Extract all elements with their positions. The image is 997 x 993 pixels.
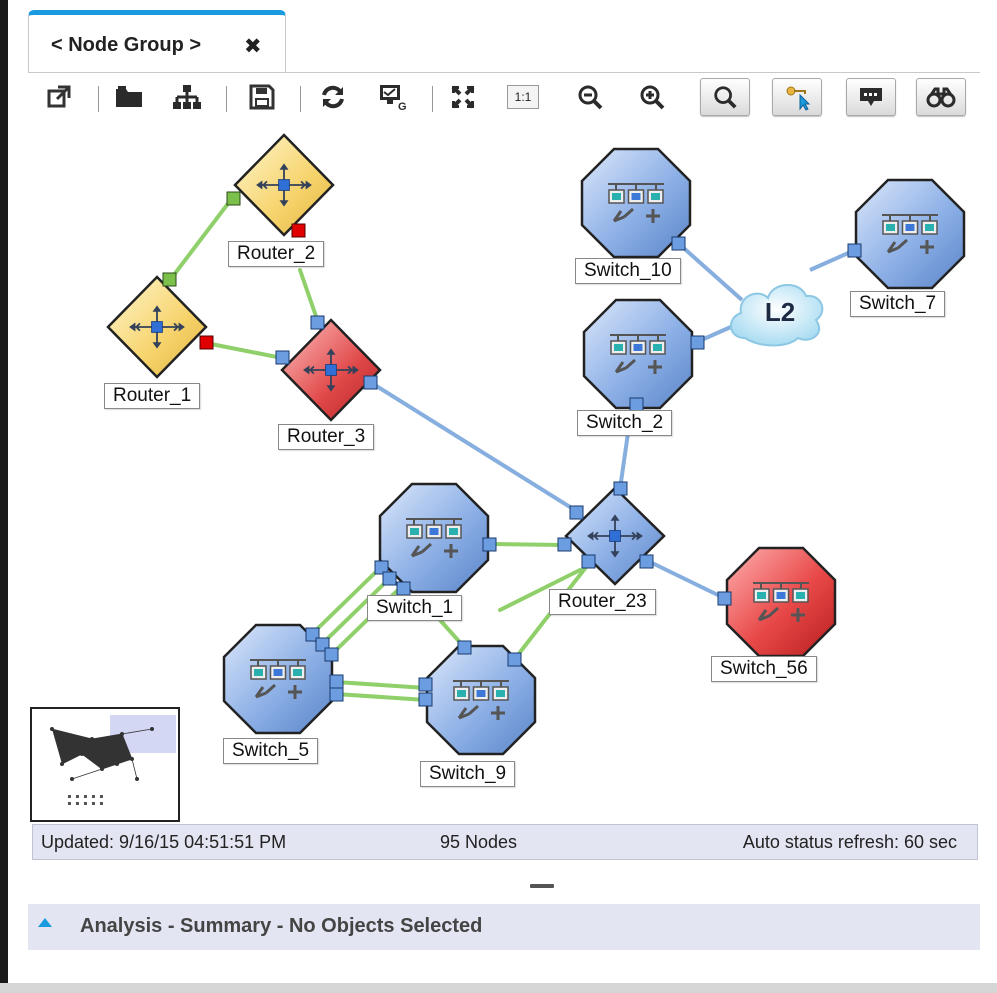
zoom-in-icon[interactable] <box>633 78 671 116</box>
router-2-node[interactable] <box>226 133 335 238</box>
toolbar-separator <box>226 86 227 112</box>
auto-refresh-status: Auto status refresh: 60 sec <box>742 832 957 852</box>
map-overview[interactable] <box>30 707 180 822</box>
link[interactable] <box>334 692 428 702</box>
switch-2-node[interactable] <box>582 298 705 412</box>
svg-text:G: G <box>398 101 407 112</box>
window-edge <box>0 0 8 993</box>
switch-56-label[interactable]: Switch_56 <box>711 656 817 682</box>
toolbar-separator <box>98 86 99 112</box>
link[interactable] <box>368 380 580 514</box>
actual-size-label: 1:1 <box>507 85 539 109</box>
expand-arrow-icon[interactable] <box>38 918 52 927</box>
router-3-node[interactable] <box>275 315 382 422</box>
switch-9-node[interactable] <box>418 640 537 756</box>
tab-title: < Node Group > <box>51 34 202 56</box>
link[interactable] <box>645 558 725 600</box>
annotation-icon[interactable] <box>846 78 896 116</box>
save-icon[interactable] <box>243 78 281 116</box>
switch-7-node[interactable] <box>847 178 966 290</box>
router-23-node[interactable] <box>557 481 666 586</box>
link[interactable] <box>488 542 565 547</box>
open-in-new-window-icon[interactable] <box>40 78 78 116</box>
router-1-label[interactable]: Router_1 <box>104 383 201 409</box>
binoculars-icon[interactable] <box>916 78 966 116</box>
switch-10-label[interactable]: Switch_10 <box>575 258 681 284</box>
link[interactable] <box>676 241 744 302</box>
refresh-icon[interactable] <box>314 78 352 116</box>
switch-5-node[interactable] <box>222 623 344 735</box>
node-count: 95 Nodes <box>440 832 518 852</box>
status-poll-icon[interactable]: G <box>374 78 412 116</box>
find-icon[interactable] <box>700 78 750 116</box>
toolbar-divider <box>28 72 980 73</box>
link[interactable] <box>204 341 284 360</box>
analysis-title: Analysis - Summary - No Objects Selected <box>80 915 483 937</box>
folder-open-icon[interactable] <box>111 78 149 116</box>
cloud-label: L2 <box>765 297 795 327</box>
analysis-panel-header[interactable]: Analysis - Summary - No Objects Selected <box>28 904 980 950</box>
actual-size-icon[interactable]: 1:1 <box>504 78 542 116</box>
link[interactable] <box>334 680 428 690</box>
l2-cloud[interactable]: L2 <box>730 284 824 347</box>
panel-splitter[interactable] <box>530 884 554 888</box>
router-23-label[interactable]: Router_23 <box>549 589 656 615</box>
fit-to-window-icon[interactable] <box>444 78 482 116</box>
links <box>168 195 592 702</box>
hierarchy-icon[interactable] <box>168 78 206 116</box>
link[interactable] <box>298 268 320 324</box>
toolbar-separator <box>432 86 433 112</box>
switch-5-label[interactable]: Switch_5 <box>223 738 319 764</box>
switch-7-label[interactable]: Switch_7 <box>850 291 946 317</box>
switch-1-label[interactable]: Switch_1 <box>367 595 463 621</box>
link[interactable] <box>168 195 235 282</box>
router-1-node[interactable] <box>106 272 214 379</box>
status-bar: Updated: 9/16/15 04:51:51 PM 95 Nodes Au… <box>32 824 978 860</box>
switch-1-node[interactable] <box>374 482 497 596</box>
switch-2-label[interactable]: Switch_2 <box>577 410 673 436</box>
toolbar: G 1:1 <box>28 74 980 124</box>
toolbar-separator <box>300 86 301 112</box>
tab-node-group[interactable]: < Node Group > ✖ <box>28 10 286 72</box>
router-2-label[interactable]: Router_2 <box>228 241 325 267</box>
close-icon[interactable]: ✖ <box>244 34 262 59</box>
zoom-out-icon[interactable] <box>571 78 609 116</box>
updated-timestamp: Updated: 9/16/15 04:51:51 PM <box>41 832 287 852</box>
switch-9-label[interactable]: Switch_9 <box>420 761 516 787</box>
router-3-label[interactable]: Router_3 <box>278 424 375 450</box>
switch-10-node[interactable] <box>580 147 692 259</box>
select-pointer-icon[interactable] <box>772 78 822 116</box>
switch-56-node[interactable] <box>717 546 837 658</box>
window-bottom-edge <box>0 983 997 993</box>
